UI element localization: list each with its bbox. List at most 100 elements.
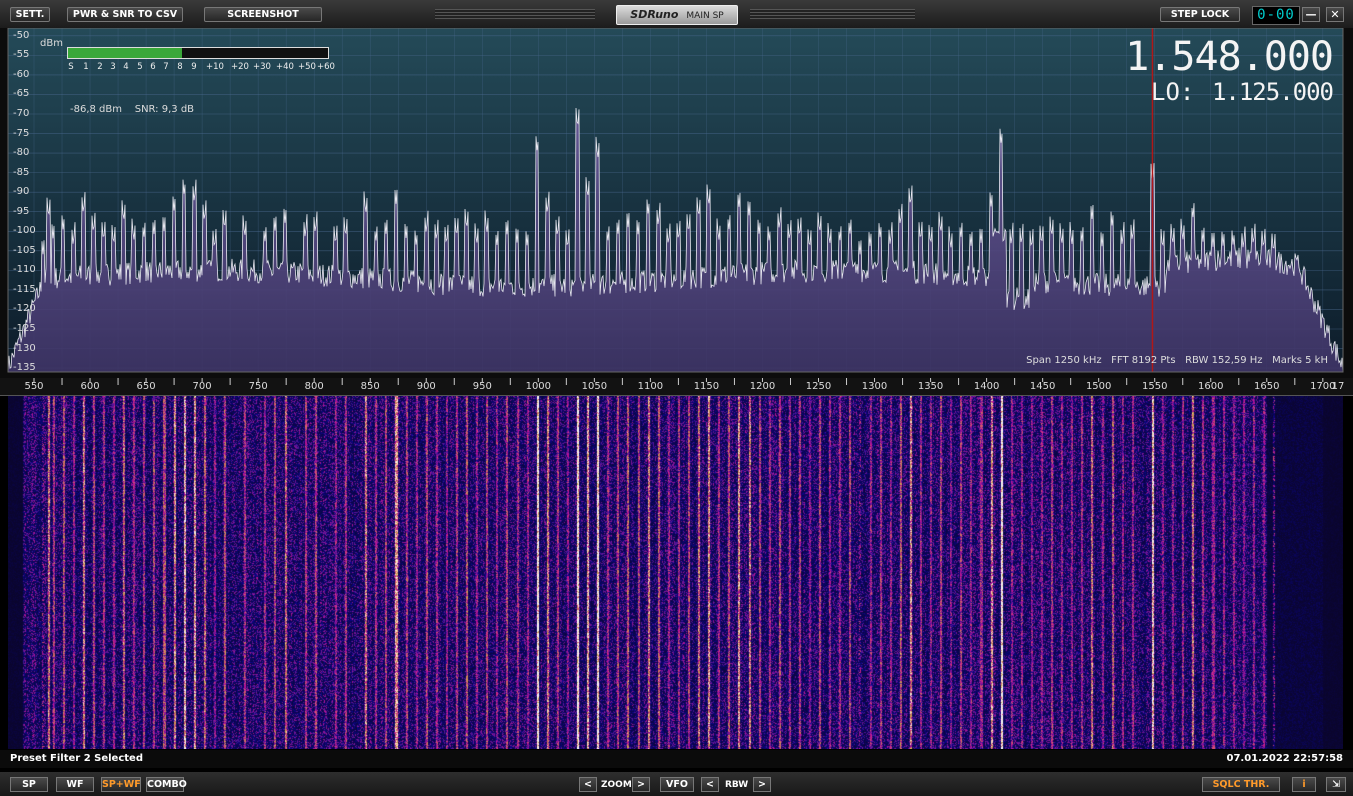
dbm-tick-label: -55 [13,49,30,61]
settings-button[interactable]: SETT. [10,7,50,22]
vfo-button[interactable]: VFO [660,777,694,792]
frequency-tick-label: 1150 [693,381,720,392]
s-meter-tick: 6 [150,62,156,72]
frequency-tick-label: 1400 [973,381,1000,392]
frequency-tick-label: 1600 [1198,381,1224,392]
resize-icon[interactable]: ⇲ [1326,777,1346,792]
dbm-tick-label: -70 [13,108,30,119]
dbm-tick-label: -60 [13,68,30,80]
brand-logo: SDRuno [630,8,679,21]
s-meter-tick: +10 [206,62,224,72]
s-meter-tick: +40 [276,62,294,72]
dbm-tick-label: -80 [13,147,30,159]
rbw-down-button[interactable]: < [701,777,719,792]
lo-frequency[interactable]: 1.125.000 [1212,78,1334,106]
dbm-tick-label: -65 [13,88,30,100]
pwr-snr-csv-button[interactable]: PWR & SNR TO CSV [67,7,183,22]
frequency-axis[interactable]: 550 600 650 700 750 800 850 900 950 1000 1050 1100 1… [0,378,1353,396]
wf-mode-button[interactable]: WF [56,777,94,792]
s-meter-tick: 5 [137,62,143,72]
dbm-unit-label: dBm [40,38,63,49]
rbw-label: RBW [725,780,749,790]
screenshot-button[interactable]: SCREENSHOT [204,7,322,22]
dbm-tick-label: -50 [13,29,30,41]
sqlc-threshold-button[interactable]: SQLC THR. [1202,777,1280,792]
status-message: Preset Filter 2 Selected [10,753,143,764]
frequency-tick-label: 1000 [525,381,552,392]
bottom-toolbar: SP WF SP+WF COMBO < ZOOM > VFO < RBW > S… [0,772,1353,796]
dbm-tick-label: -115 [13,283,36,295]
zoom-out-button[interactable]: < [579,777,597,792]
window-title: SDRuno MAIN SP [616,5,738,25]
drag-grip-right[interactable] [750,9,915,19]
s-meter-tick: +30 [253,62,271,72]
close-button[interactable]: ✕ [1326,7,1344,22]
dbm-tick-label: -75 [13,127,30,139]
frequency-tick-label: 1450 [1029,381,1056,392]
frequency-tick-label: 1650 [1254,381,1280,392]
frequency-tick-label: 800 [304,381,324,392]
dbm-tick-label: -90 [13,186,30,198]
dbm-tick-label: -120 [13,303,36,315]
tuned-frequency[interactable]: 1.548.000 [1125,34,1334,80]
frequency-tick-label: 650 [136,381,156,392]
info-button[interactable]: i [1292,777,1316,792]
spwf-mode-button[interactable]: SP+WF [101,777,141,792]
s-meter-tick: 9 [191,62,197,72]
status-bar: Preset Filter 2 Selected 07.01.2022 22:5… [0,750,1353,768]
s-meter-tick: 1 [83,62,89,72]
lo-label: LO: [1151,78,1195,106]
zoom-label: ZOOM [601,780,632,790]
frequency-tick-label: 1200 [749,381,776,392]
s-meter-scale: S 1 2 3 4 5 6 7 8 9 +10 +20 +30 +40 +50 +60 [67,62,337,74]
frequency-tick-label: 950 [472,381,492,392]
frequency-tick-label: 750 [248,381,268,392]
minimize-button[interactable]: — [1302,7,1320,22]
dbm-tick-label: -110 [13,264,36,276]
s-meter-tick: S [68,62,74,72]
frequency-tick-label: 600 [80,381,100,392]
step-lock-button[interactable]: STEP LOCK [1160,7,1240,22]
frequency-tick-label: 550 [24,381,44,392]
s-meter-tick: +50 [298,62,316,72]
frequency-tick-label: 17 [1331,381,1345,392]
sp-mode-button[interactable]: SP [10,777,48,792]
dbm-tick-label: -95 [13,205,30,217]
frequency-tick-label: 1350 [917,381,944,392]
drag-grip[interactable] [435,9,595,19]
rbw-up-button[interactable]: > [753,777,771,792]
frequency-tick-label: 1100 [637,381,664,392]
s-meter-fill [68,48,183,58]
s-meter-tick: 4 [123,62,129,72]
step-digits-display[interactable]: 0-00 [1252,6,1300,25]
s-meter-tick: +60 [317,62,335,72]
zoom-in-button[interactable]: > [632,777,650,792]
dbm-tick-label: -105 [13,244,36,256]
dbm-tick-label: -135 [13,362,36,374]
dbm-tick-label: -125 [13,323,36,334]
waterfall-display[interactable] [8,396,1343,749]
combo-mode-button[interactable]: COMBO [146,777,187,792]
spectrum-panel[interactable]: -50 -55 -60 -65 -70 -75 -80 -85 -90 -95 -100 -105 -1… [0,28,1353,378]
s-meter-tick: 2 [97,62,103,72]
s-meter-tick: 3 [110,62,116,72]
frequency-tick-label: 900 [416,381,436,392]
dbm-tick-label: -130 [13,342,36,354]
frequency-tick-label: 1500 [1085,381,1112,392]
frequency-tick-label: 1550 [1141,381,1168,392]
frequency-tick-label: 1300 [861,381,888,392]
power-snr-readout: -86,8 dBm SNR: 9,3 dB [70,104,195,115]
frequency-tick-label: 700 [192,381,212,392]
s-meter-bar [67,47,329,59]
spectrum-info: Span 1250 kHz FFT 8192 Pts RBW 152,59 Hz… [1026,355,1328,366]
s-meter-tick: +20 [231,62,249,72]
frequency-tick-label: 1250 [805,381,832,392]
dbm-tick-label: -85 [13,166,30,178]
title-bar: SETT. PWR & SNR TO CSV SCREENSHOT SDRuno… [0,0,1353,29]
status-datetime: 07.01.2022 22:57:58 [1226,753,1344,764]
s-meter-tick: 7 [163,62,169,72]
dbm-tick-label: -100 [13,225,36,237]
frequency-tick-label: 1050 [581,381,608,392]
window-name: MAIN SP [686,11,724,21]
frequency-tick-label: 850 [360,381,380,392]
